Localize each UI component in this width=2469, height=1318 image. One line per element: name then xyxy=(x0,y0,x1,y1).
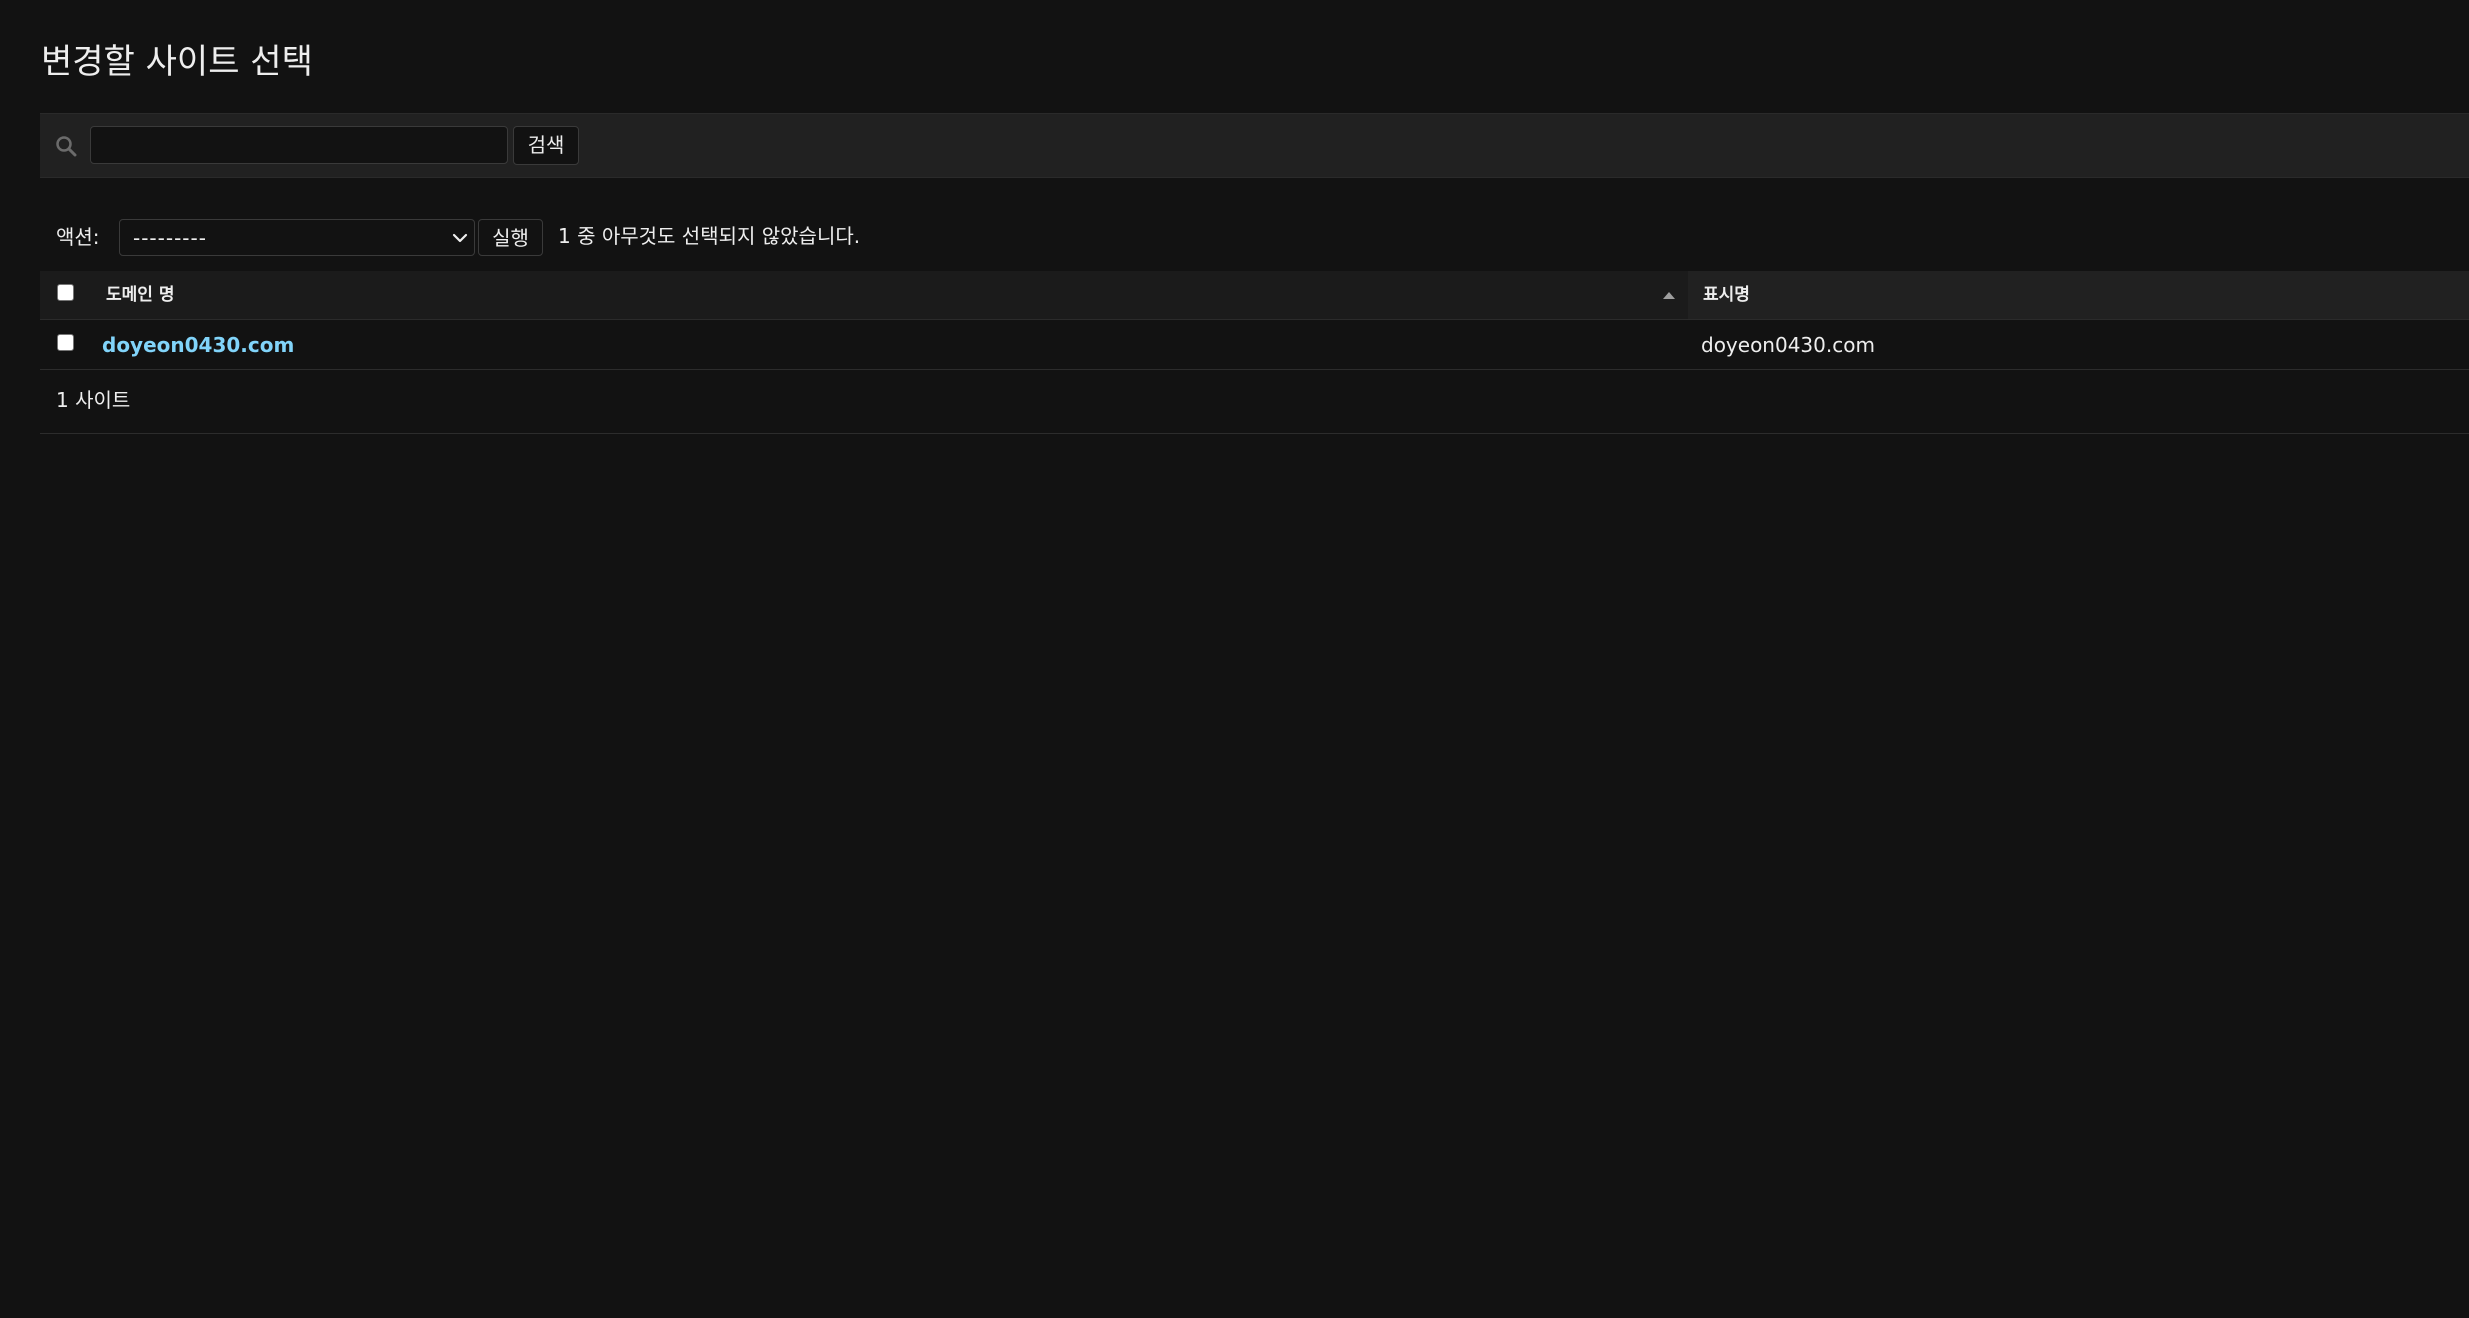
action-select[interactable]: --------- xyxy=(119,219,475,256)
change-list-page: 변경할 사이트 선택 검색 액션: --------- 실행 1 중 아무것도 … xyxy=(0,0,2469,1318)
search-icon xyxy=(56,136,77,157)
select-all-checkbox[interactable] xyxy=(57,284,74,301)
search-button[interactable]: 검색 xyxy=(513,126,579,165)
column-header-domain[interactable] xyxy=(40,271,1688,319)
paginator: 1 사이트 xyxy=(40,370,2469,434)
row-checkbox[interactable] xyxy=(57,334,74,351)
column-header-domain-label[interactable]: 도메인 명 xyxy=(106,283,174,307)
search-toolbar: 검색 xyxy=(40,113,2469,178)
selection-counter: 1 중 아무것도 선택되지 않았습니다. xyxy=(558,224,861,248)
table-row: doyeon0430.com doyeon0430.com xyxy=(40,320,2469,370)
result-count: 1 사이트 xyxy=(56,388,131,412)
action-select-value: --------- xyxy=(133,226,207,250)
domain-link[interactable]: doyeon0430.com xyxy=(102,331,294,359)
display-name-cell: doyeon0430.com xyxy=(1701,333,1875,357)
column-header-display-name[interactable] xyxy=(1688,271,2469,319)
chevron-down-icon xyxy=(452,233,468,243)
column-header-display-name-label[interactable]: 표시명 xyxy=(1703,283,1750,307)
run-action-button[interactable]: 실행 xyxy=(478,219,543,256)
result-list-table: 도메인 명 표시명 doyeon0430.com doyeon0430.com … xyxy=(40,271,2469,434)
actions-label: 액션: xyxy=(56,225,100,249)
search-input[interactable] xyxy=(90,126,508,164)
sort-asc-icon[interactable] xyxy=(1662,291,1676,300)
page-title: 변경할 사이트 선택 xyxy=(41,42,313,82)
table-header: 도메인 명 표시명 xyxy=(40,271,2469,320)
